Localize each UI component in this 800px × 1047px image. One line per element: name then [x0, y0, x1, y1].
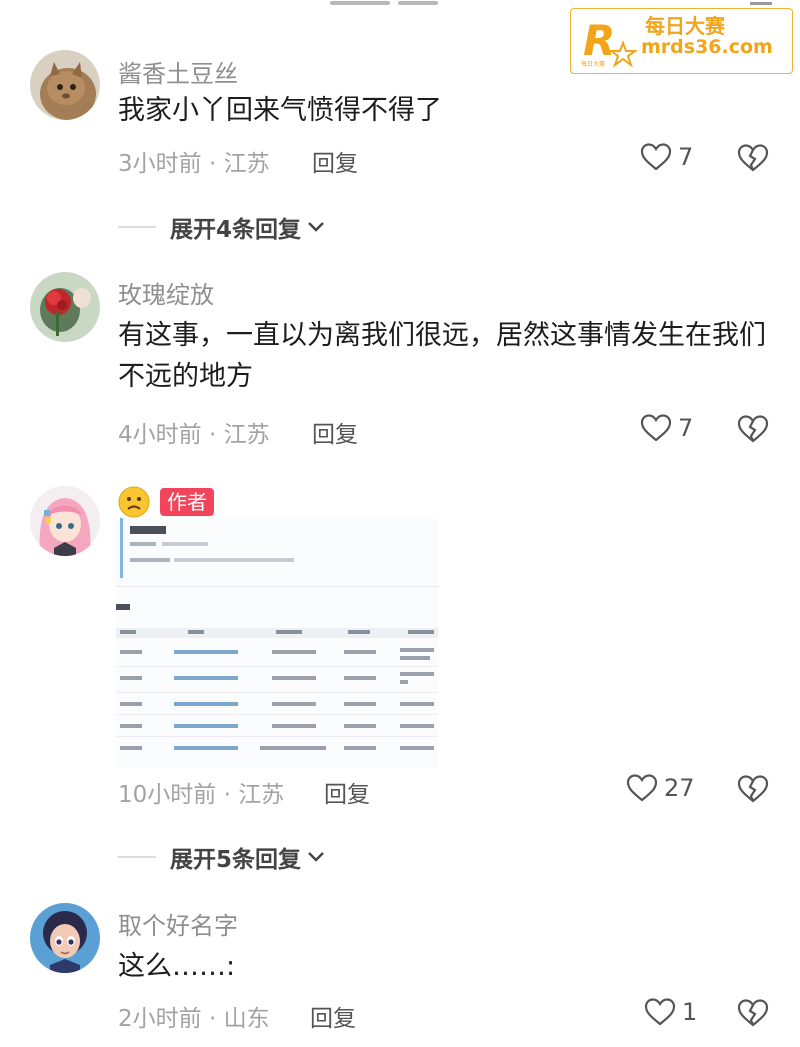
username[interactable]: 取个好名字	[118, 906, 238, 941]
broken-heart-icon	[737, 775, 769, 803]
expand-replies-button[interactable]: 展开4条回复	[118, 210, 325, 244]
broken-heart-icon	[737, 999, 769, 1027]
watermark-url: mrds36.com	[641, 36, 773, 58]
like-button[interactable]: 27	[626, 773, 695, 803]
username[interactable]: 玫瑰绽放	[118, 275, 214, 310]
like-count: 1	[682, 998, 698, 1026]
like-button[interactable]: 7	[640, 142, 693, 172]
svg-text:R: R	[583, 16, 615, 65]
heart-outline-icon	[644, 998, 676, 1026]
frowning-face-icon	[118, 486, 150, 518]
author-badge: 作者	[160, 488, 214, 516]
like-count: 7	[678, 143, 694, 171]
username[interactable]: 酱香土豆丝	[118, 54, 238, 89]
heart-outline-icon	[626, 774, 658, 802]
watermark-title: 每日大赛	[645, 14, 725, 38]
like-count: 27	[664, 774, 695, 802]
watermark: R 每日大赛 每日大赛 mrds36.com	[570, 8, 793, 74]
truncated-top-mark	[750, 0, 772, 5]
avatar[interactable]	[30, 486, 100, 556]
comment-time-location: 4小时前 · 江苏	[118, 422, 270, 448]
svg-text:每日大赛: 每日大赛	[581, 60, 605, 68]
dislike-button[interactable]	[737, 998, 769, 1028]
comment-text: 这么……:	[118, 951, 236, 982]
reply-button[interactable]: 回复	[312, 415, 358, 449]
chevron-down-icon	[308, 222, 324, 232]
comment-image[interactable]	[116, 518, 438, 768]
dislike-button[interactable]	[737, 414, 769, 444]
reply-button[interactable]: 回复	[310, 999, 356, 1033]
chevron-down-icon	[308, 852, 324, 862]
avatar[interactable]	[30, 903, 100, 973]
truncated-top-text	[330, 0, 470, 5]
broken-heart-icon	[737, 415, 769, 443]
heart-outline-icon	[640, 143, 672, 171]
like-count: 7	[678, 414, 694, 442]
expand-replies-button[interactable]: 展开5条回复	[118, 840, 325, 874]
heart-outline-icon	[640, 414, 672, 442]
reply-button[interactable]: 回复	[312, 144, 358, 178]
reply-button[interactable]: 回复	[324, 775, 370, 809]
like-button[interactable]: 7	[640, 413, 693, 443]
comment-text: 我家小丫回来气愤得不得了	[118, 95, 442, 126]
dislike-button[interactable]	[737, 143, 769, 173]
like-button[interactable]: 1	[644, 997, 697, 1027]
comment-text: 有这事，一直以为离我们很远，居然这事情发生在我们不远的地方	[118, 320, 766, 392]
watermark-logo: R 每日大赛	[581, 16, 637, 68]
broken-heart-icon	[737, 144, 769, 172]
dislike-button[interactable]	[737, 774, 769, 804]
avatar[interactable]	[30, 272, 100, 342]
avatar[interactable]	[30, 50, 100, 120]
comment-time-location: 2小时前 · 山东	[118, 1006, 270, 1032]
comment-time-location: 10小时前 · 江苏	[118, 782, 285, 808]
comment-time-location: 3小时前 · 江苏	[118, 151, 270, 177]
